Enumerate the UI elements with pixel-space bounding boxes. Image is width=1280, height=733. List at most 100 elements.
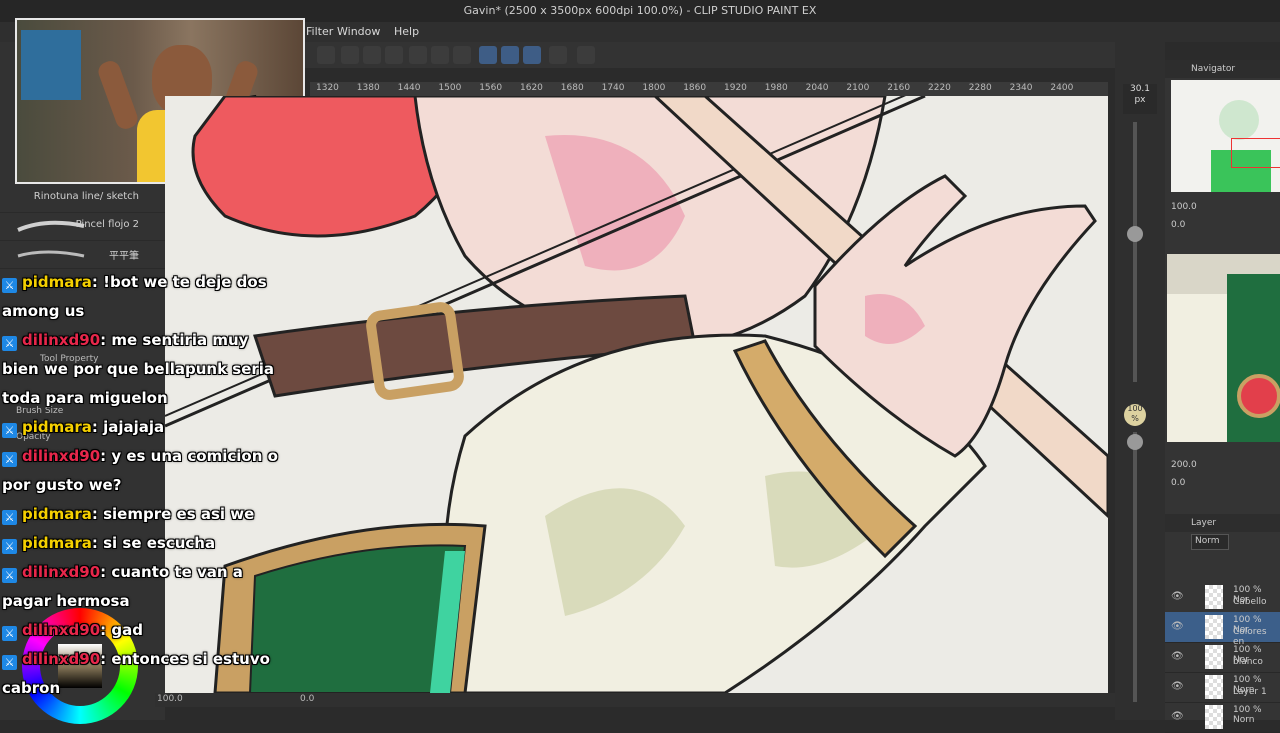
subview-zoom: 200.0 (1171, 460, 1197, 470)
chat-username: pidmara (22, 418, 92, 436)
brush-item-1[interactable]: Rinotuna line/ sketch (0, 184, 165, 213)
status-zoom: 100.0 (157, 694, 183, 704)
ruler-tick: 1680 (560, 83, 584, 93)
zoom-unit: % (1131, 414, 1139, 423)
brush-size-readout: 30.1 px (1123, 84, 1157, 114)
brush-item-3[interactable]: 平平筆 (0, 240, 165, 269)
chat-message: ⚔ dilinxd90: y es una comicion o (2, 442, 302, 471)
brush-label: Rinotuna line/ sketch (33, 191, 139, 202)
moderator-badge-icon: ⚔ (2, 278, 17, 293)
brush-size-unit: px (1134, 95, 1146, 105)
moderator-badge-icon: ⚔ (2, 655, 17, 670)
ruler-tick: 1620 (520, 83, 543, 93)
chat-message: ⚔ dilinxd90: me sentiria muy (2, 326, 302, 355)
layer-header: Layer (1165, 514, 1280, 532)
stabilizer-1-icon[interactable] (479, 46, 497, 64)
brush-item-2[interactable]: Pincel flojo 2 (0, 212, 165, 241)
ruler-tick: 1740 (601, 83, 625, 93)
layer-name: Cabello (1233, 597, 1267, 607)
layer-row[interactable]: 👁 100 % Nor blanco (1165, 642, 1280, 673)
layer-thumbnail (1205, 705, 1223, 729)
ruler-tick: 2400 (1050, 83, 1074, 93)
layer-thumbnail (1205, 585, 1223, 609)
chat-message: ⚔ pidmara: siempre es asi we (2, 500, 302, 529)
layer-row[interactable]: 👁 100 % Nor Cabello (1165, 582, 1280, 613)
moderator-badge-icon: ⚔ (2, 539, 17, 554)
webcam-poster (21, 30, 81, 100)
navigator-header: Navigator (1165, 60, 1280, 78)
layer-thumbnail (1205, 615, 1223, 639)
chat-text: : si se escucha (91, 534, 216, 552)
ruler-tick: 1800 (642, 83, 666, 93)
layer-row[interactable]: 👁 100 % Norn Layer 1 (1165, 672, 1280, 703)
eye-icon[interactable]: 👁 (1171, 621, 1184, 632)
ruler-tick: 1560 (479, 83, 503, 93)
ruler-tick: 2100 (846, 83, 870, 93)
chat-message: ⚔ pidmara: !bot we te deje dos (2, 268, 302, 297)
navigator-angle: 0.0 (1171, 220, 1186, 230)
zoom-readout: 100 % (1124, 404, 1146, 426)
illustration (165, 96, 1108, 693)
ruler-tick: 1500 (438, 83, 462, 93)
eye-icon[interactable]: 👁 (1171, 591, 1184, 602)
chat-message: por gusto we? (2, 471, 302, 500)
menu-help[interactable]: Help (394, 25, 419, 38)
chat-message: among us (2, 297, 302, 326)
brush-label: 平平筆 (109, 251, 139, 262)
stabilizer-3-icon[interactable] (523, 46, 541, 64)
layer-opacity: 100 % Norn (1233, 705, 1262, 725)
chat-text: : siempre es asi we (91, 505, 255, 523)
stabilizer-2-icon[interactable] (501, 46, 519, 64)
ruler-tick: 1860 (683, 83, 707, 93)
chat-text: : y es una comicion o (100, 447, 278, 465)
brush-size-slider[interactable] (1133, 122, 1137, 382)
layer-thumbnail (1205, 645, 1223, 669)
brush-size-slider-handle[interactable] (1127, 226, 1143, 242)
navigator-preview[interactable] (1171, 80, 1280, 192)
chat-message: bien we por que bellapunk seria (2, 355, 302, 384)
layer-thumbnail (1205, 675, 1223, 699)
ruler-tick: 1920 (724, 83, 747, 93)
drawing-canvas[interactable] (165, 96, 1108, 693)
subview-preview[interactable] (1167, 254, 1280, 442)
eye-icon[interactable]: 👁 (1171, 681, 1184, 692)
moderator-badge-icon: ⚔ (2, 452, 17, 467)
menu-filter[interactable]: Filter (306, 25, 333, 38)
chat-username: dilinxd90 (22, 447, 101, 465)
chat-message: ⚔ pidmara: jajajaja (2, 413, 302, 442)
chat-text: pagar hermosa (2, 592, 130, 610)
subview-angle: 0.0 (1171, 478, 1186, 488)
brush-size-value: 30.1 (1129, 84, 1151, 94)
fill-icon[interactable] (363, 46, 381, 64)
zoom-slider[interactable] (1133, 432, 1137, 702)
ruler-tick: 1380 (356, 83, 380, 93)
eye-icon[interactable]: 👁 (1171, 651, 1184, 662)
disabled-tool-3-icon (453, 46, 471, 64)
tablet-icon[interactable] (549, 46, 567, 64)
chat-message: ⚔ pidmara: si se escucha (2, 529, 302, 558)
zoom-slider-handle[interactable] (1127, 434, 1143, 450)
disabled-tool-2-icon (431, 46, 449, 64)
hand-icon[interactable] (341, 46, 359, 64)
blend-mode-select[interactable]: Norm (1191, 534, 1229, 550)
spinner-icon[interactable] (317, 46, 335, 64)
chat-username: pidmara (22, 273, 92, 291)
chat-username: dilinxd90 (22, 621, 101, 639)
eye-icon[interactable]: 👁 (1171, 711, 1184, 722)
navigator-title: Navigator (1191, 64, 1236, 74)
menu-window[interactable]: Window (337, 25, 380, 38)
window-title: Gavin* (2500 x 3500px 600dpi 100.0%) - C… (463, 4, 817, 17)
chat-text: bien we por que bellapunk seria (2, 360, 275, 378)
brush-label: Pincel flojo 2 (75, 219, 139, 230)
settings-icon[interactable] (577, 46, 595, 64)
chat-message: ⚔ dilinxd90: gad (2, 616, 302, 645)
brush-stroke-preview (17, 250, 85, 258)
chat-text: : entonces si estuvo (100, 650, 270, 668)
layer-row[interactable]: 👁 100 % Nor Colores en (1165, 612, 1280, 647)
transform-icon[interactable] (385, 46, 403, 64)
chat-username: pidmara (22, 534, 92, 552)
layer-row[interactable]: 👁 100 % Norn (1165, 702, 1280, 733)
moderator-badge-icon: ⚔ (2, 568, 17, 583)
chat-text: : jajajaja (91, 418, 165, 436)
ruler-tick: 1320 (316, 83, 339, 93)
